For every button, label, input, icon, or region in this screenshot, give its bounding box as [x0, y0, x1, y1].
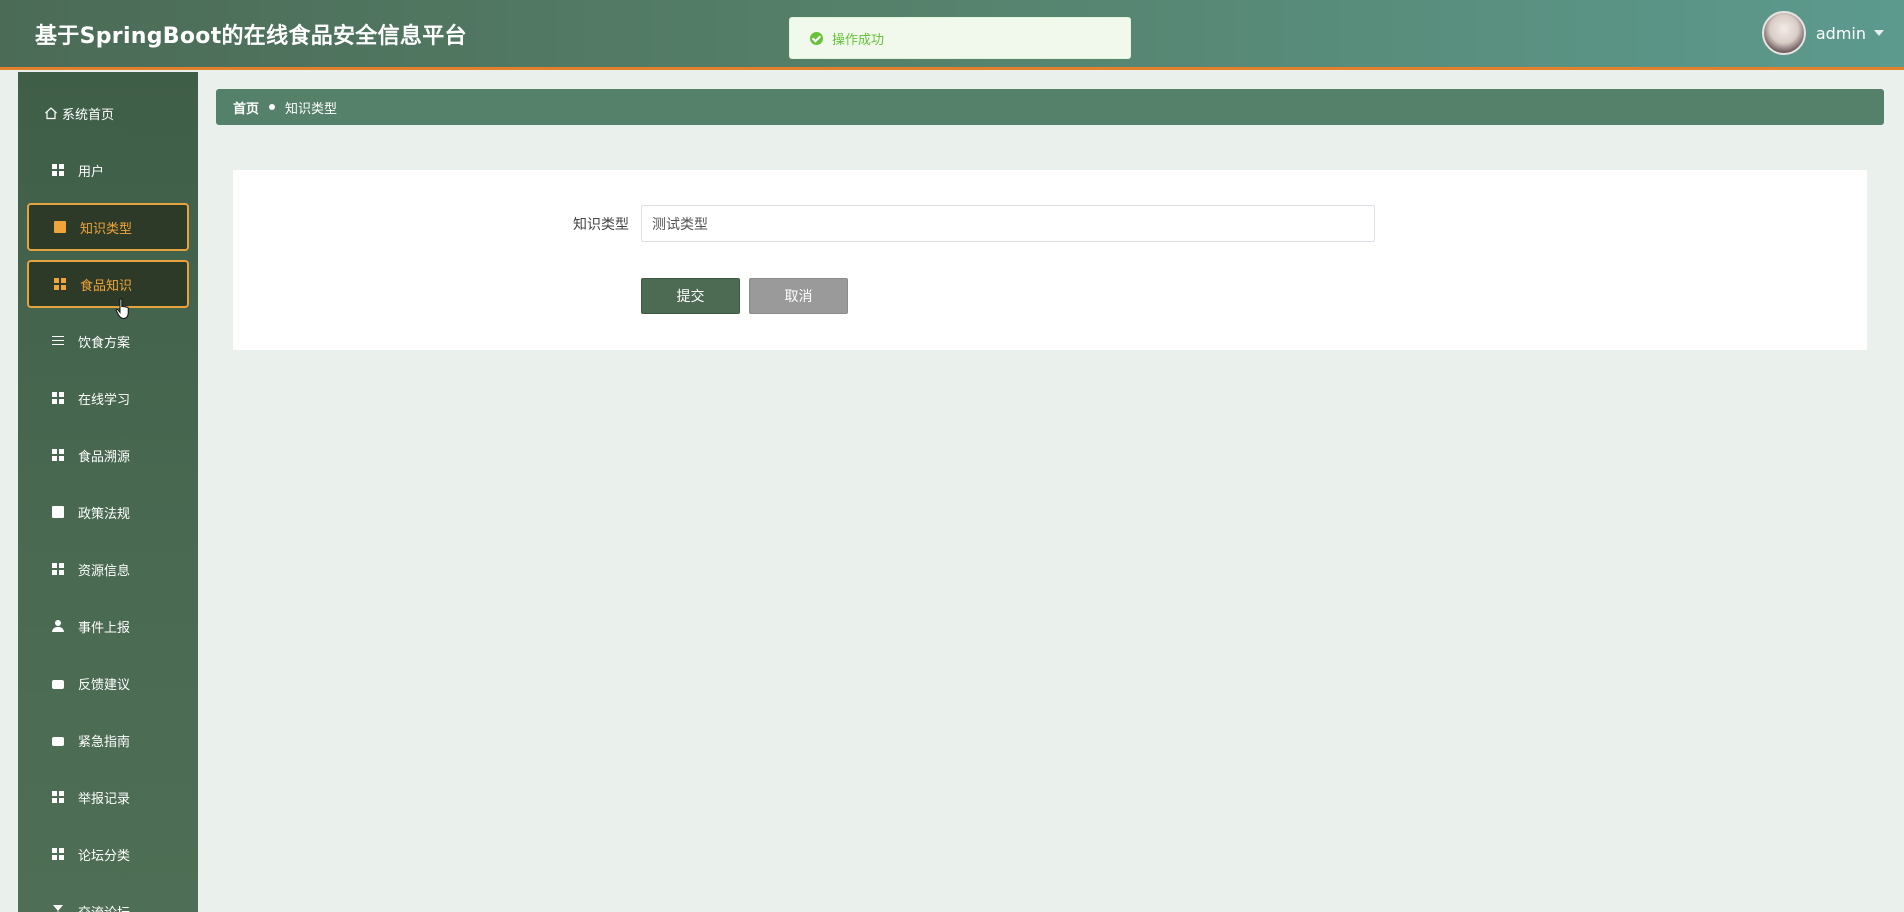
- sidebar-item-label: 食品溯源: [78, 449, 131, 465]
- sidebar-item-policy[interactable]: 政策法规: [27, 488, 189, 536]
- form-card: 知识类型 提交 取消: [233, 170, 1867, 350]
- grid-icon: [52, 164, 64, 176]
- sidebar-item-label: 紧急指南: [78, 734, 131, 750]
- hourglass-icon: [53, 905, 63, 912]
- sidebar-item-label: 在线学习: [78, 392, 131, 408]
- caret-down-icon[interactable]: [1874, 30, 1884, 36]
- sidebar-item-label: 资源信息: [78, 563, 131, 579]
- sidebar-item-label: 食品知识: [80, 278, 133, 294]
- home-icon: [45, 107, 57, 120]
- sliders-icon: [52, 335, 64, 347]
- sidebar-item-label: 知识类型: [80, 221, 133, 237]
- user-icon: [52, 620, 64, 632]
- sidebar-item-label: 举报记录: [78, 791, 131, 807]
- sidebar-item-forum-category[interactable]: 论坛分类: [27, 830, 189, 878]
- sidebar-item-knowledge-type[interactable]: 知识类型: [27, 203, 189, 251]
- grid-icon: [52, 563, 64, 575]
- grid-icon: [52, 791, 64, 803]
- avatar[interactable]: [1761, 11, 1806, 55]
- sidebar-item-label: 饮食方案: [78, 335, 131, 351]
- sidebar-item-feedback[interactable]: 反馈建议: [27, 659, 189, 707]
- username[interactable]: admin: [1816, 24, 1866, 43]
- sidebar-item-food-knowledge[interactable]: 食品知识: [27, 260, 189, 308]
- book-icon: [52, 506, 64, 518]
- sidebar-item-label: 反馈建议: [78, 677, 131, 693]
- breadcrumb-home[interactable]: 首页: [233, 98, 259, 117]
- sidebar-item-online-learning[interactable]: 在线学习: [27, 374, 189, 422]
- grid-icon: [54, 278, 66, 290]
- app-title: 基于SpringBoot的在线食品安全信息平台: [35, 24, 467, 49]
- chart-icon: [54, 221, 66, 233]
- breadcrumb: 首页 知识类型: [216, 89, 1884, 125]
- success-toast: 操作成功: [789, 17, 1131, 59]
- printer-icon: [52, 680, 64, 689]
- sidebar-menu: 系统首页 用户 知识类型 食品知识 饮食方案 在线学习 食品溯源 政策法规 资源…: [18, 72, 198, 912]
- sidebar-item-label: 用户: [78, 164, 105, 180]
- sidebar-item-users[interactable]: 用户: [27, 146, 189, 194]
- knowledge-type-input[interactable]: [641, 205, 1375, 242]
- breadcrumb-current: 知识类型: [285, 101, 338, 117]
- sidebar-item-label: 交流论坛: [78, 902, 130, 912]
- user-menu[interactable]: admin: [1761, 11, 1884, 55]
- grid-icon: [52, 392, 64, 404]
- briefcase-icon: [52, 737, 64, 746]
- top-header: 基于SpringBoot的在线食品安全信息平台 操作成功 admin: [0, 0, 1904, 70]
- sidebar-item-diet-plan[interactable]: 饮食方案: [27, 317, 189, 365]
- submit-button[interactable]: 提交: [641, 278, 740, 314]
- sidebar-item-label: 系统首页: [62, 107, 115, 123]
- sidebar-item-home[interactable]: 系统首页: [27, 89, 189, 137]
- sidebar-item-event-report[interactable]: 事件上报: [27, 602, 189, 650]
- sidebar-item-report-records[interactable]: 举报记录: [27, 773, 189, 821]
- cancel-button[interactable]: 取消: [749, 278, 848, 314]
- hand-cursor-icon: [115, 298, 129, 320]
- sidebar-item-label: 论坛分类: [78, 848, 131, 864]
- breadcrumb-separator-icon: [269, 104, 276, 110]
- sidebar-item-label: 事件上报: [78, 620, 131, 636]
- sidebar-item-forum[interactable]: 交流论坛: [27, 887, 189, 912]
- sidebar-item-resources[interactable]: 资源信息: [27, 545, 189, 593]
- grid-icon: [52, 449, 64, 461]
- sidebar-item-emergency-guide[interactable]: 紧急指南: [27, 716, 189, 764]
- knowledge-type-label: 知识类型: [573, 217, 629, 233]
- sidebar-item-food-traceability[interactable]: 食品溯源: [27, 431, 189, 479]
- toast-message: 操作成功: [832, 32, 885, 48]
- sidebar-item-label: 政策法规: [78, 506, 131, 522]
- grid-icon: [52, 848, 64, 860]
- check-circle-icon: [810, 31, 823, 45]
